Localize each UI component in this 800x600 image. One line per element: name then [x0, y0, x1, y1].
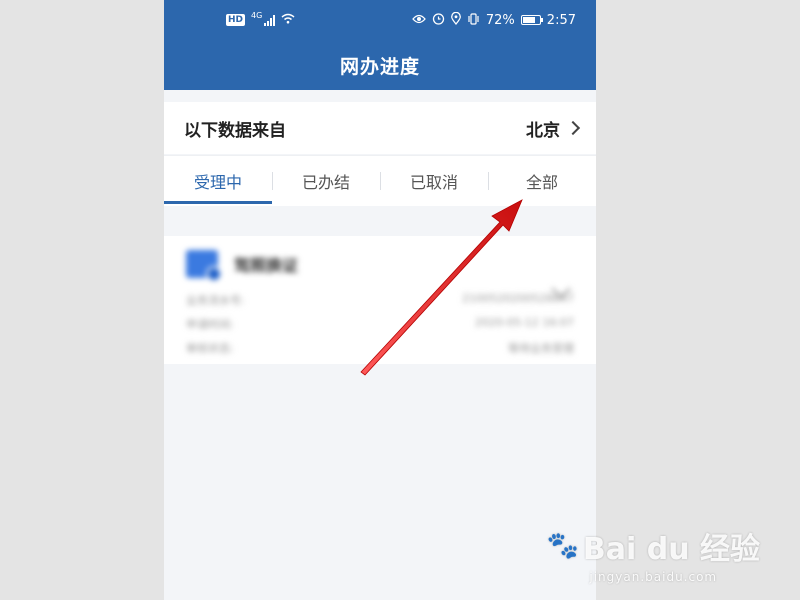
card-row-label: 申请时间:: [186, 318, 234, 331]
city-name: 北京: [526, 120, 560, 141]
battery-icon: [520, 15, 543, 25]
network-type: 4G: [251, 10, 263, 20]
tab-completed[interactable]: 已办结: [272, 156, 380, 206]
alarm-icon: [432, 12, 445, 28]
battery-percent: 72%: [485, 12, 515, 28]
card-title: 驾照换证: [234, 256, 299, 275]
signal-icon: [264, 14, 276, 26]
source-label: 以下数据来自: [184, 120, 286, 141]
watermark-url: jingyan.baidu.com: [589, 570, 718, 584]
status-right: 72% 2:57: [412, 11, 576, 28]
card-header: 驾照换证: [186, 250, 574, 282]
baidu-jingyan-watermark: 🐾 Bai du 经验 jingyan.baidu.com: [547, 524, 761, 584]
city-selector[interactable]: 北京: [526, 116, 581, 141]
chevron-right-icon: [565, 120, 581, 136]
card-content: 驾照换证 业务流水号: 2100520200528847 申请时间: 2020-…: [186, 250, 574, 356]
status-bar: HD 4G 72% 2:57: [164, 0, 596, 40]
paw-icon: 🐾: [546, 531, 579, 561]
card-row: 审核状态: 等待业务受理: [186, 340, 574, 356]
tab-in-progress[interactable]: 受理中: [164, 156, 272, 206]
clock: 2:57: [546, 12, 576, 28]
data-source-selector[interactable]: 以下数据来自 北京: [164, 102, 596, 154]
phone-screen: HD 4G 72% 2:57 网办进度 以下数据来自 北京 受理中 已办结 已取…: [164, 0, 596, 600]
eye-icon: [412, 14, 426, 27]
hd-badge: HD: [226, 14, 246, 26]
status-left: HD 4G: [226, 10, 295, 27]
tab-all[interactable]: 全部: [488, 156, 596, 206]
wifi-icon: [281, 13, 295, 27]
page-title: 网办进度: [164, 40, 596, 90]
status-tabs: 受理中 已办结 已取消 全部: [164, 155, 596, 206]
card-row-label: 审核状态:: [186, 342, 234, 355]
card-row-value: 2020-05-12 16:07: [474, 316, 574, 329]
vibrate-icon: [467, 12, 480, 28]
location-icon: [450, 11, 461, 28]
card-row-value: 等待业务受理: [508, 342, 574, 355]
card-row-label: 业务流水号:: [186, 294, 245, 307]
application-card[interactable]: 驾照换证 业务流水号: 2100520200528847 申请时间: 2020-…: [164, 236, 596, 364]
watermark-brand-text: Bai du 经验: [582, 532, 760, 567]
watermark-brand: 🐾 Bai du 经验: [547, 524, 761, 568]
card-row: 业务流水号: 2100520200528847: [186, 292, 574, 308]
card-row: 申请时间: 2020-05-12 16:07: [186, 316, 574, 332]
tab-cancelled[interactable]: 已取消: [380, 156, 488, 206]
document-icon: [186, 250, 222, 282]
